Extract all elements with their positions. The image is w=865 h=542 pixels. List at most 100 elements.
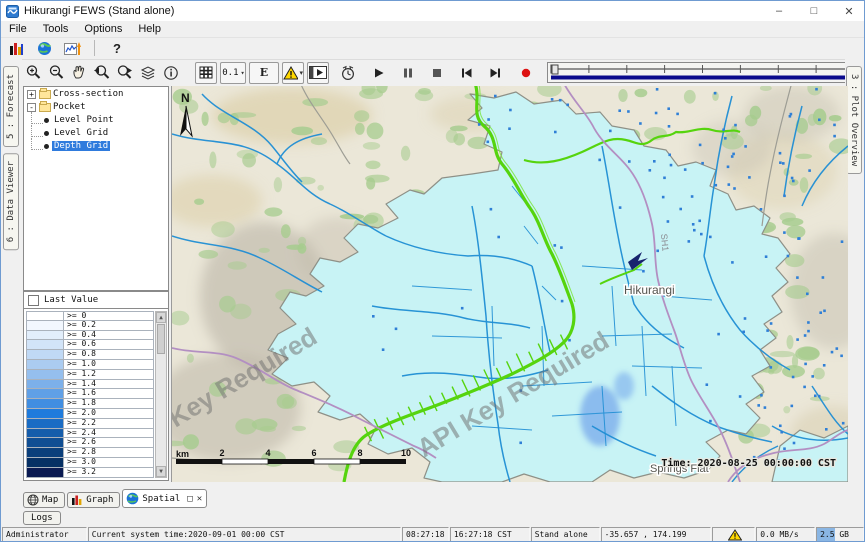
collapse-icon[interactable]: - — [27, 103, 36, 112]
grid-display-button[interactable] — [195, 62, 217, 84]
timeline-handle[interactable] — [552, 65, 558, 74]
node-bullet-icon — [44, 131, 49, 136]
map-canvas[interactable]: SH1 Hikurangi Springs Flat API Key Requi… — [172, 86, 848, 482]
legend-swatch — [27, 321, 64, 330]
legend-label: >= 2.8 — [64, 448, 96, 457]
interval-value: 0.1 — [222, 68, 238, 78]
tab-forecast[interactable]: 5 : Forecast — [3, 66, 19, 147]
animation-timer-icon[interactable] — [338, 63, 358, 83]
legend-label: >= 0.6 — [64, 340, 96, 349]
map-view[interactable]: SH1 Hikurangi Springs Flat API Key Requi… — [171, 86, 848, 482]
tab-map-label: Map — [42, 495, 58, 505]
legend-scrollbar[interactable]: ▲ ▼ — [155, 311, 167, 478]
tree-item-label[interactable]: Pocket — [51, 102, 88, 112]
tree-item-level-point[interactable]: Level Point — [24, 114, 168, 126]
legend-label: >= 1.0 — [64, 360, 96, 369]
tree-item-cross-section[interactable]: + Cross-section — [24, 88, 168, 100]
tree-item-depth-grid[interactable]: Depth Grid — [24, 140, 168, 152]
play-button[interactable] — [369, 63, 389, 83]
layers-icon[interactable] — [138, 63, 158, 83]
tab-maximize-icon[interactable]: □ — [187, 494, 192, 504]
close-icon[interactable]: ✕ — [834, 2, 864, 20]
warnings-dropdown-button[interactable]: ▾ — [282, 62, 304, 84]
contour-interval-dropdown[interactable]: 0.1 ▾ — [220, 62, 246, 84]
tab-plot-overview[interactable]: 3 : Plot Overview — [846, 66, 862, 174]
legend-swatch — [27, 340, 64, 349]
status-system-time: Current system time:2020-09-01 00:00 CST — [88, 527, 401, 542]
scale-unit-label: km — [176, 449, 189, 459]
legend-label: >= 0.4 — [64, 331, 96, 340]
status-user: Administrator — [2, 527, 87, 542]
tree-item-level-grid[interactable]: Level Grid — [24, 127, 168, 139]
pan-hand-icon[interactable] — [69, 63, 89, 83]
menu-options[interactable]: Options — [76, 23, 130, 35]
menu-file[interactable]: File — [1, 23, 35, 35]
legend-swatch — [27, 370, 64, 379]
folder-icon — [39, 103, 51, 112]
tree-item-label-selected[interactable]: Depth Grid — [52, 141, 110, 151]
tab-spatial[interactable]: Spatial □ ✕ — [122, 489, 207, 508]
scale-tick: 2 — [219, 448, 224, 458]
map-toolbar: 0.1 ▾ E ▾ — [23, 59, 846, 86]
legend-label: >= 3.2 — [64, 468, 96, 477]
legend-row[interactable]: >= 3.2 — [26, 468, 154, 478]
scale-tick: 8 — [357, 448, 362, 458]
pause-button[interactable] — [398, 63, 418, 83]
menu-tools[interactable]: Tools — [35, 23, 77, 35]
info-icon[interactable] — [161, 63, 181, 83]
legend-label: >= 1.4 — [64, 380, 96, 389]
logs-button[interactable]: Logs — [23, 511, 61, 525]
tree-connector — [31, 112, 43, 124]
bar-chart-icon — [71, 494, 83, 506]
skip-to-start-button[interactable] — [456, 63, 476, 83]
tab-map[interactable]: Map — [23, 492, 65, 508]
tree-item-pocket[interactable]: - Pocket — [24, 101, 168, 113]
legend-label: >= 2.2 — [64, 419, 96, 428]
tree-item-label[interactable]: Level Point — [52, 115, 116, 125]
tree-item-label[interactable]: Level Grid — [52, 128, 110, 138]
scrollbar-thumb[interactable] — [157, 324, 165, 354]
time-slider[interactable] — [547, 62, 859, 83]
warning-icon — [283, 66, 298, 80]
zoom-in-icon[interactable] — [23, 63, 43, 83]
warning-icon — [728, 529, 742, 541]
title-bar: Hikurangi FEWS (Stand alone) – □ ✕ — [1, 1, 864, 21]
status-warning-cell[interactable] — [712, 527, 755, 542]
scrollbar-up-icon[interactable]: ▲ — [156, 312, 166, 323]
map-time-label: Time: 2020-08-25 00:00:00 CST — [661, 457, 836, 469]
labels-toggle-button[interactable]: E — [249, 62, 279, 84]
legend-label: >= 0 — [64, 312, 86, 320]
zoom-out-icon[interactable] — [46, 63, 66, 83]
animation-movie-button[interactable] — [307, 62, 329, 84]
legend-swatch — [27, 350, 64, 359]
next-zoom-icon[interactable] — [115, 63, 135, 83]
tab-spatial-label: Spatial — [142, 494, 180, 504]
timeseries-display-icon[interactable] — [62, 38, 82, 58]
previous-zoom-icon[interactable] — [92, 63, 112, 83]
legend-swatch — [27, 360, 64, 369]
minimize-icon[interactable]: – — [764, 2, 794, 20]
tree-item-label[interactable]: Cross-section — [51, 89, 125, 99]
record-button[interactable] — [516, 63, 536, 83]
tab-data-viewer[interactable]: 6 : Data Viewer — [3, 153, 19, 250]
scrollbar-down-icon[interactable]: ▼ — [156, 466, 166, 477]
map-globe-icon[interactable] — [34, 38, 54, 58]
stop-button[interactable] — [427, 63, 447, 83]
left-tab-strip: 5 : Forecast 6 : Data Viewer — [1, 59, 22, 496]
help-button[interactable]: ? — [107, 38, 127, 58]
skip-to-end-button[interactable] — [485, 63, 505, 83]
explorer-barchart-icon[interactable] — [6, 38, 26, 58]
menu-help[interactable]: Help — [130, 23, 169, 35]
tab-graph[interactable]: Graph — [67, 492, 120, 508]
scrollbar-track[interactable] — [156, 355, 166, 466]
app-window: Hikurangi FEWS (Stand alone) – □ ✕ File … — [0, 0, 865, 542]
legend-swatch — [27, 399, 64, 408]
last-value-checkbox[interactable] — [28, 295, 39, 306]
maximize-icon[interactable]: □ — [799, 2, 829, 20]
tab-close-icon[interactable]: ✕ — [197, 494, 202, 504]
tree-connector — [31, 138, 43, 150]
expand-icon[interactable]: + — [27, 90, 36, 99]
app-logo-icon — [6, 5, 19, 18]
chevron-down-icon: ▾ — [241, 69, 245, 77]
timeline-range-bar — [551, 76, 854, 80]
